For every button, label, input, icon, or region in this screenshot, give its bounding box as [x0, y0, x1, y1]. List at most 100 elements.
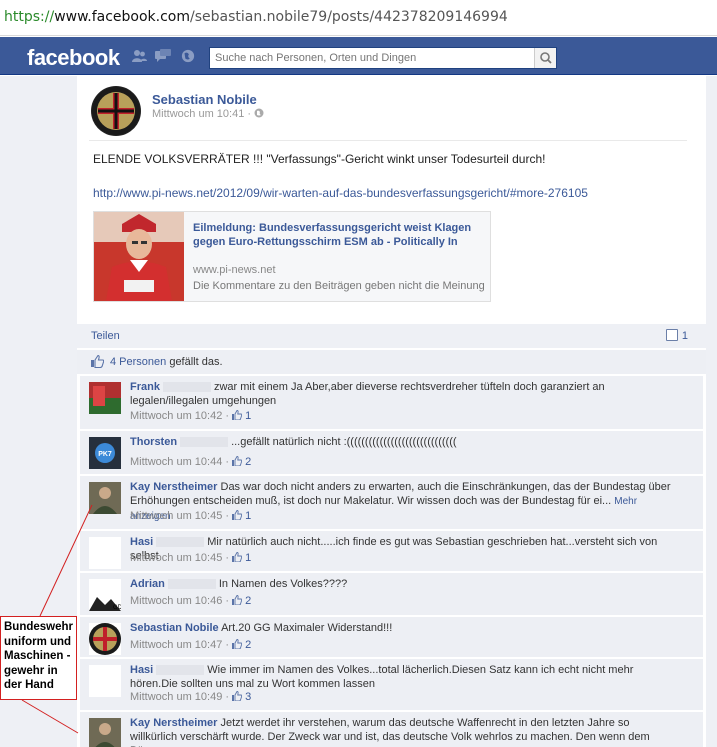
comment-timestamp[interactable]: Mittwoch um 10:45: [130, 552, 222, 564]
comment-icon[interactable]: [666, 329, 678, 341]
author-avatar[interactable]: [91, 86, 141, 136]
commenter-name[interactable]: Sebastian Nobile: [130, 622, 219, 634]
comment-body: Hasi Wie immer im Namen des Volkes...tota…: [130, 663, 675, 691]
redacted-surname: [167, 579, 216, 590]
commenter-name[interactable]: Hasi: [130, 664, 153, 676]
comment-like-icon: [232, 691, 243, 701]
comment-text: Wie immer im Namen des Volkes...total lä…: [130, 664, 634, 690]
comment-like-icon: [232, 552, 243, 562]
messages-icon[interactable]: [155, 49, 171, 63]
commenter-name[interactable]: Kay Nerstheimer: [130, 481, 217, 493]
likes-text: 4 Personen gefällt das.: [110, 356, 223, 368]
comment-meta: Mittwoch um 10:45 · 1: [130, 552, 252, 564]
public-globe-icon[interactable]: [254, 108, 264, 118]
soldier-photo-icon: [89, 482, 121, 514]
comment-meta: Mittwoch um 10:45 · 1: [130, 510, 252, 522]
comment-meta: Mittwoch um 10:44 · 2: [130, 456, 252, 468]
comment-like-icon: [232, 410, 243, 420]
search-button[interactable]: [534, 48, 556, 68]
comment-timestamp[interactable]: Mittwoch um 10:46: [130, 595, 222, 607]
commenter-name[interactable]: Frank: [130, 381, 160, 393]
comment-text: In Namen des Volkes????: [218, 578, 348, 590]
likes-row: 4 Personen gefällt das.: [77, 349, 706, 374]
judge-photo-icon: [94, 212, 184, 301]
redacted-surname: [162, 382, 211, 393]
shared-domain: www.pi-news.net: [193, 264, 276, 276]
comment-row: Kay Nerstheimer Jetzt werdet ihr versteh…: [80, 711, 703, 747]
comment-timestamp[interactable]: Mittwoch um 10:42: [130, 410, 222, 422]
cross-emblem-icon: [89, 623, 121, 655]
commenter-avatar[interactable]: GDI: [89, 579, 121, 611]
comment-like-icon: [232, 639, 243, 649]
comment-like-count[interactable]: 2: [245, 639, 251, 651]
comment-like-count[interactable]: 1: [245, 410, 251, 422]
facebook-header: facebook: [0, 37, 717, 75]
shared-description: Die Kommentare zu den Beiträgen geben ni…: [193, 280, 485, 292]
shared-title[interactable]: Eilmeldung: Bundesverfassungsgericht wei…: [193, 221, 483, 249]
globe-icon[interactable]: [180, 49, 196, 63]
comment-like-count[interactable]: 2: [245, 595, 251, 607]
redacted-surname: [156, 537, 205, 548]
friends-icon[interactable]: [131, 49, 147, 63]
svg-text:GDI: GDI: [113, 605, 121, 611]
comment-like-count[interactable]: 3: [245, 691, 251, 703]
comment-timestamp[interactable]: Mittwoch um 10:45: [130, 510, 222, 522]
comment-like-count[interactable]: 1: [245, 552, 251, 564]
redacted-surname: [180, 437, 229, 448]
commenter-avatar[interactable]: [89, 382, 121, 414]
post-link[interactable]: http://www.pi-news.net/2012/09/wir-warte…: [93, 186, 588, 200]
divider: [89, 140, 687, 141]
soldier-photo-icon: [89, 718, 121, 747]
commenter-name[interactable]: Hasi: [130, 536, 153, 548]
comment-timestamp[interactable]: Mittwoch um 10:49: [130, 691, 222, 703]
commenter-avatar[interactable]: PK7: [89, 437, 121, 469]
post-meta: Mittwoch um 10:41 ·: [152, 108, 264, 120]
comment-meta: Mittwoch um 10:42 · 1: [130, 410, 252, 422]
comment-text: Art.20 GG Maximaler Widerstand!!!: [221, 622, 393, 634]
comment-row: GDI Adrian In Namen des Volkes???? Mittwoch…: [80, 572, 703, 615]
shared-thumbnail[interactable]: [94, 212, 184, 301]
share-link[interactable]: Teilen: [91, 330, 120, 342]
comment-like-icon: [232, 510, 243, 520]
comment-count[interactable]: 1: [682, 330, 688, 342]
comment-like-icon: [232, 595, 243, 605]
comment-like-count[interactable]: 1: [245, 510, 251, 522]
commenter-avatar[interactable]: [89, 718, 121, 747]
comment-timestamp[interactable]: Mittwoch um 10:44: [130, 456, 222, 468]
comment-row: Hasi Wie immer im Namen des Volkes...tota…: [80, 658, 703, 710]
search-input[interactable]: [210, 48, 536, 68]
commenter-name[interactable]: Adrian: [130, 578, 165, 590]
commenter-avatar[interactable]: [89, 537, 121, 569]
browser-address-bar[interactable]: https://www.facebook.com/sebastian.nobil…: [0, 0, 717, 36]
post-timestamp[interactable]: Mittwoch um 10:41: [152, 108, 244, 120]
commenter-name[interactable]: Kay Nerstheimer: [130, 717, 217, 729]
cross-emblem-icon: [92, 87, 140, 135]
comment-timestamp[interactable]: Mittwoch um 10:47: [130, 639, 222, 651]
red-photo-icon: [89, 382, 121, 414]
commenter-name[interactable]: Thorsten: [130, 436, 177, 448]
commenter-avatar[interactable]: [89, 623, 121, 655]
comment-row: PK7 Thorsten ...gefällt natürlich nicht :(…: [80, 430, 703, 474]
address-url[interactable]: https://www.facebook.com/sebastian.nobil…: [4, 9, 508, 25]
commenter-avatar[interactable]: [89, 665, 121, 697]
commenter-avatar[interactable]: [89, 482, 121, 514]
comment-row: Hasi Mir natürlich auch nicht.....ich fin…: [80, 530, 703, 571]
post-author[interactable]: Sebastian Nobile: [152, 92, 257, 107]
comment-meta: Mittwoch um 10:49 · 3: [130, 691, 252, 703]
comment-body: Kay Nerstheimer Jetzt werdet ihr versteh…: [130, 716, 675, 747]
comment-row: Sebastian Nobile Art.20 GG Maximaler Wid…: [80, 616, 703, 657]
comment-like-icon: [232, 456, 243, 466]
post-message: ELENDE VOLKSVERRÄTER !!! "Verfassungs"-G…: [93, 152, 546, 166]
svg-text:PK7: PK7: [98, 451, 112, 458]
post-action-bar: Teilen 1: [77, 324, 706, 348]
shared-link-preview[interactable]: Eilmeldung: Bundesverfassungsgericht wei…: [93, 211, 491, 302]
likes-people-link[interactable]: 4 Personen: [110, 356, 166, 368]
like-thumb-icon: [91, 355, 104, 368]
redacted-surname: [156, 665, 205, 676]
comment-like-count[interactable]: 2: [245, 456, 251, 468]
comment-body: Adrian In Namen des Volkes????: [130, 577, 675, 591]
pk7-badge-icon: PK7: [89, 437, 121, 469]
comment-body: Thorsten ...gefällt natürlich nicht :((((…: [130, 435, 675, 449]
facebook-logo[interactable]: facebook: [27, 45, 120, 71]
search-box[interactable]: [209, 47, 557, 69]
